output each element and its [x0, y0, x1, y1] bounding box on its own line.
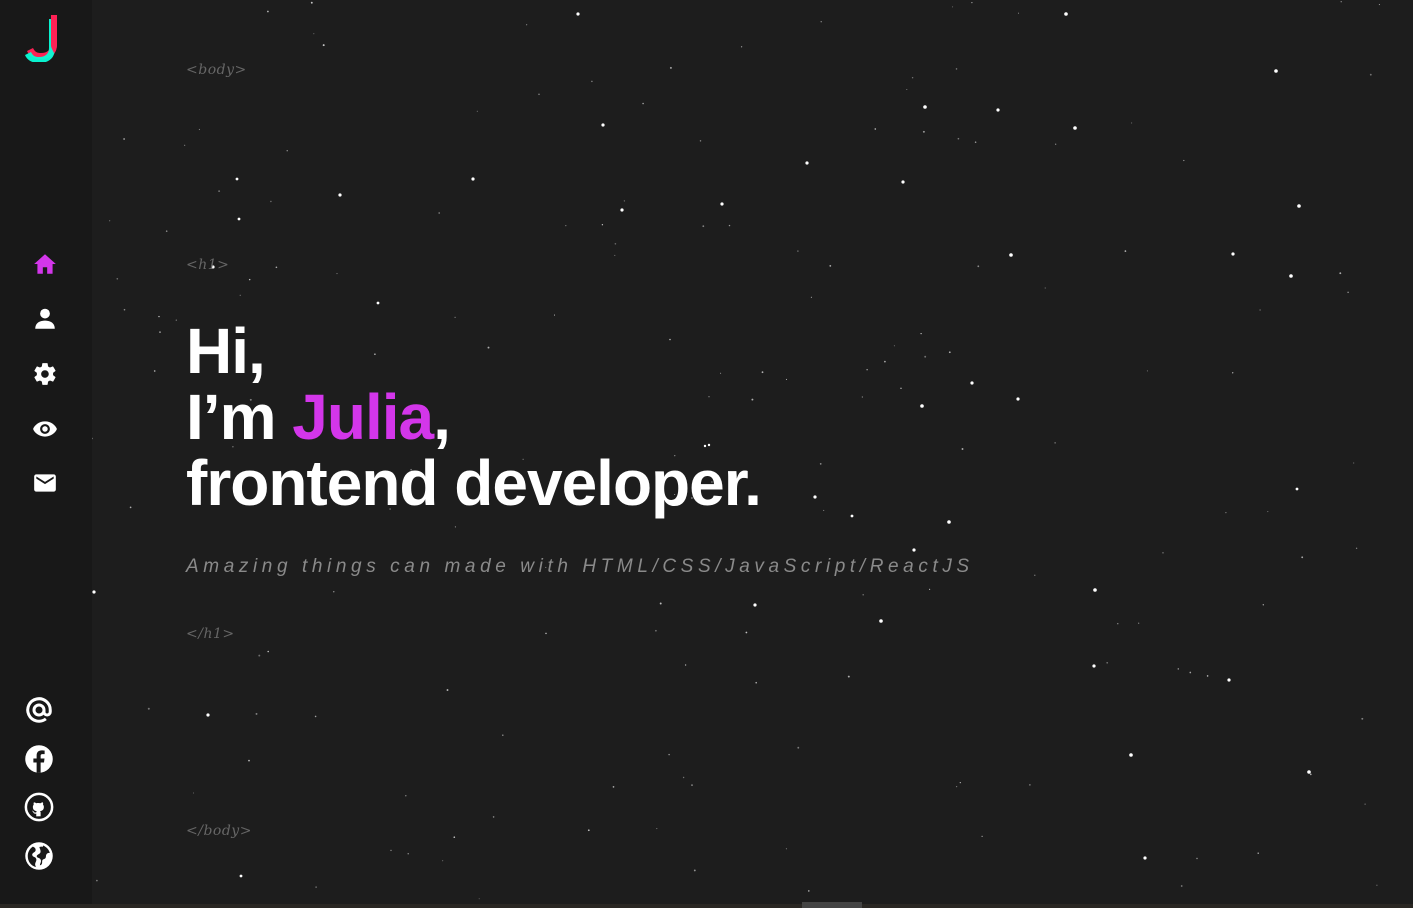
- hero-line-1: Hi,: [186, 315, 266, 387]
- social-website[interactable]: [23, 840, 55, 872]
- hero-heading: Hi, I’m Julia, frontend developer.: [186, 315, 762, 519]
- nav-skills[interactable]: [30, 359, 60, 389]
- hero-line-2: I’m Julia,: [186, 384, 761, 450]
- nav-work[interactable]: [30, 414, 60, 444]
- body-open-tag: <body>: [186, 62, 247, 78]
- eye-icon: [33, 421, 57, 437]
- globe-icon: [25, 842, 53, 870]
- nav-contact[interactable]: [30, 468, 60, 498]
- hero-line-2-suffix: ,: [433, 381, 451, 453]
- hero-subtitle: Amazing things can made with HTML/CSS/Ja…: [186, 556, 974, 577]
- at-icon: [26, 697, 52, 723]
- hero-line-3: frontend developer.: [186, 447, 762, 519]
- social-github[interactable]: [23, 791, 55, 823]
- facebook-icon: [25, 745, 53, 773]
- body-close-tag: </body>: [186, 823, 252, 839]
- home-icon: [34, 254, 56, 274]
- bottom-strip: [0, 904, 1413, 908]
- github-icon: [24, 792, 54, 822]
- h1-close-tag: </h1>: [186, 626, 235, 642]
- gear-icon: [34, 363, 56, 385]
- hero-name: Julia: [292, 381, 434, 453]
- social-facebook[interactable]: [23, 743, 55, 775]
- nav-home[interactable]: [30, 249, 60, 279]
- logo[interactable]: [24, 12, 64, 63]
- sidebar: [0, 0, 92, 908]
- portfolio-page: <body> <h1> Hi, I’m Julia, frontend deve…: [0, 0, 1413, 908]
- main-content: <body> <h1> Hi, I’m Julia, frontend deve…: [92, 0, 1413, 908]
- horizontal-scrollbar-thumb[interactable]: [802, 902, 862, 908]
- mail-icon: [34, 474, 56, 492]
- logo-j-icon: [25, 15, 57, 63]
- social-email[interactable]: [23, 694, 55, 726]
- h1-open-tag: <h1>: [186, 257, 230, 273]
- user-icon: [35, 308, 55, 329]
- hero-line-2-prefix: I’m: [186, 381, 293, 453]
- nav-about[interactable]: [30, 304, 60, 334]
